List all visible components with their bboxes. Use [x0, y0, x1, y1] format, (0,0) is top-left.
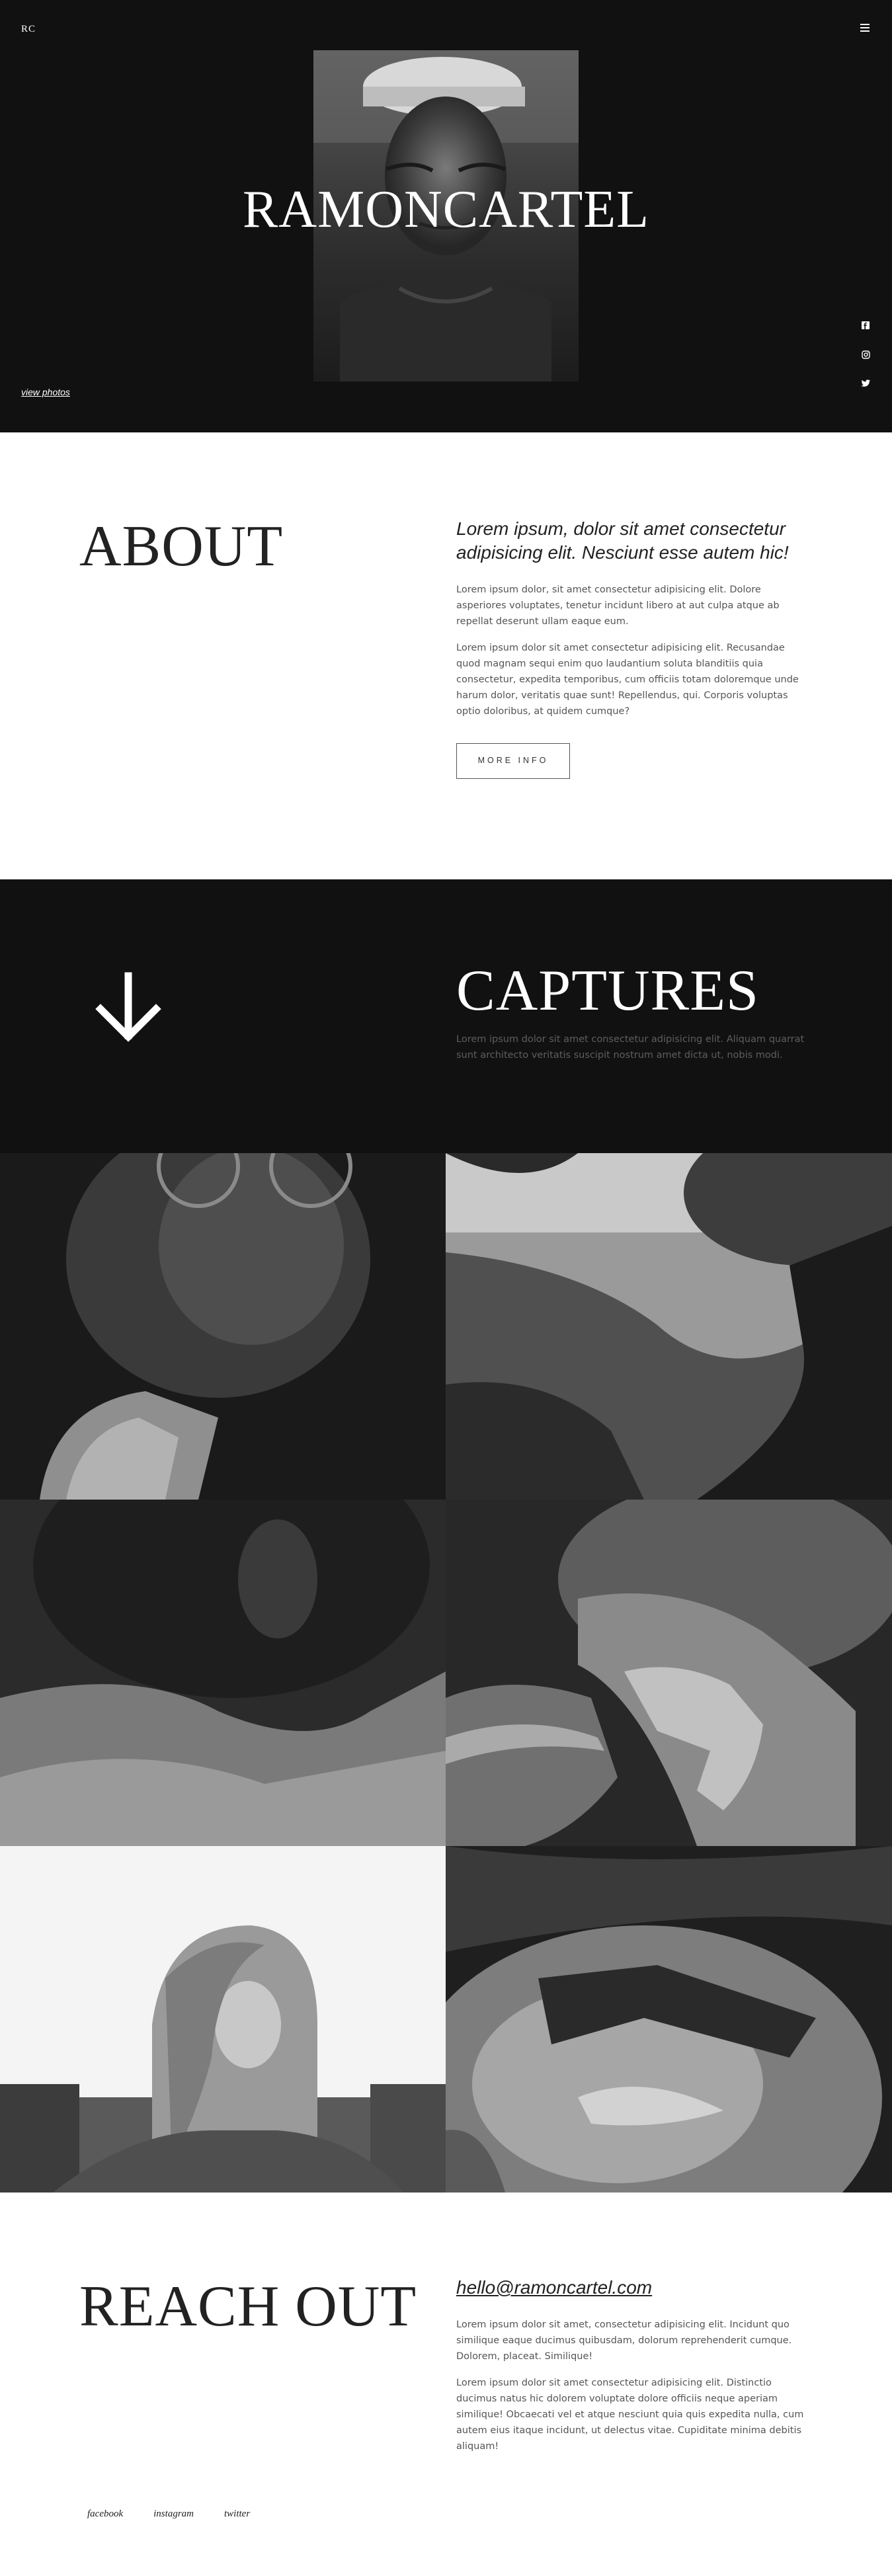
contact-section: REACH OUT hello@ramoncartel.com Lorem ip…	[0, 2193, 892, 2576]
captures-text: Lorem ipsum dolor sit amet consectetur a…	[456, 1034, 805, 1061]
twitter-icon[interactable]	[860, 378, 871, 389]
social-icons	[860, 320, 871, 389]
arrow-down-icon[interactable]	[93, 972, 164, 1043]
gallery-photo-4[interactable]	[446, 1500, 892, 1846]
contact-heading: REACH OUT	[79, 2274, 417, 2339]
hamburger-menu-icon[interactable]	[860, 24, 870, 32]
about-lead: Lorem ipsum, dolor sit amet consectetur …	[456, 518, 789, 563]
contact-content: hello@ramoncartel.com Lorem ipsum dolor …	[456, 2277, 807, 2465]
footer-link-twitter[interactable]: twitter	[224, 2509, 250, 2520]
about-section: ABOUT Lorem ipsum, dolor sit amet consec…	[0, 432, 892, 879]
contact-paragraph-1: Lorem ipsum dolor sit amet, consectetur …	[456, 2319, 792, 2362]
view-photos-link[interactable]: view photos	[21, 387, 70, 397]
site-title: RAMONCARTEL	[242, 181, 650, 239]
footer-link-instagram[interactable]: instagram	[153, 2509, 194, 2520]
about-paragraph-2: Lorem ipsum dolor sit amet consectetur a…	[456, 643, 799, 717]
photo-gallery	[0, 1153, 892, 2193]
footer-link-facebook[interactable]: facebook	[87, 2509, 123, 2520]
hero-section: RC RAMONCARTEL view photos	[0, 0, 892, 432]
site-logo[interactable]: RC	[21, 24, 36, 35]
captures-heading: CAPTURES	[456, 959, 759, 1023]
about-paragraph-1: Lorem ipsum dolor, sit amet consectetur …	[456, 584, 780, 627]
instagram-icon[interactable]	[860, 349, 871, 360]
about-content: Lorem ipsum, dolor sit amet consectetur …	[456, 517, 807, 779]
gallery-photo-1[interactable]	[0, 1153, 446, 1500]
gallery-photo-2[interactable]	[446, 1153, 892, 1500]
more-info-button[interactable]: MORE INFO	[456, 743, 570, 779]
facebook-icon[interactable]	[860, 320, 871, 331]
captures-section: CAPTURES Lorem ipsum dolor sit amet cons…	[0, 879, 892, 1153]
contact-paragraph-2: Lorem ipsum dolor sit amet consectetur a…	[456, 2378, 804, 2452]
gallery-photo-5[interactable]	[0, 1846, 446, 2193]
gallery-photo-6[interactable]	[446, 1846, 892, 2193]
gallery-photo-3[interactable]	[0, 1500, 446, 1846]
contact-email-link[interactable]: hello@ramoncartel.com	[456, 2277, 807, 2298]
about-heading: ABOUT	[79, 514, 284, 579]
footer-social-links: facebook instagram twitter	[87, 2509, 250, 2520]
